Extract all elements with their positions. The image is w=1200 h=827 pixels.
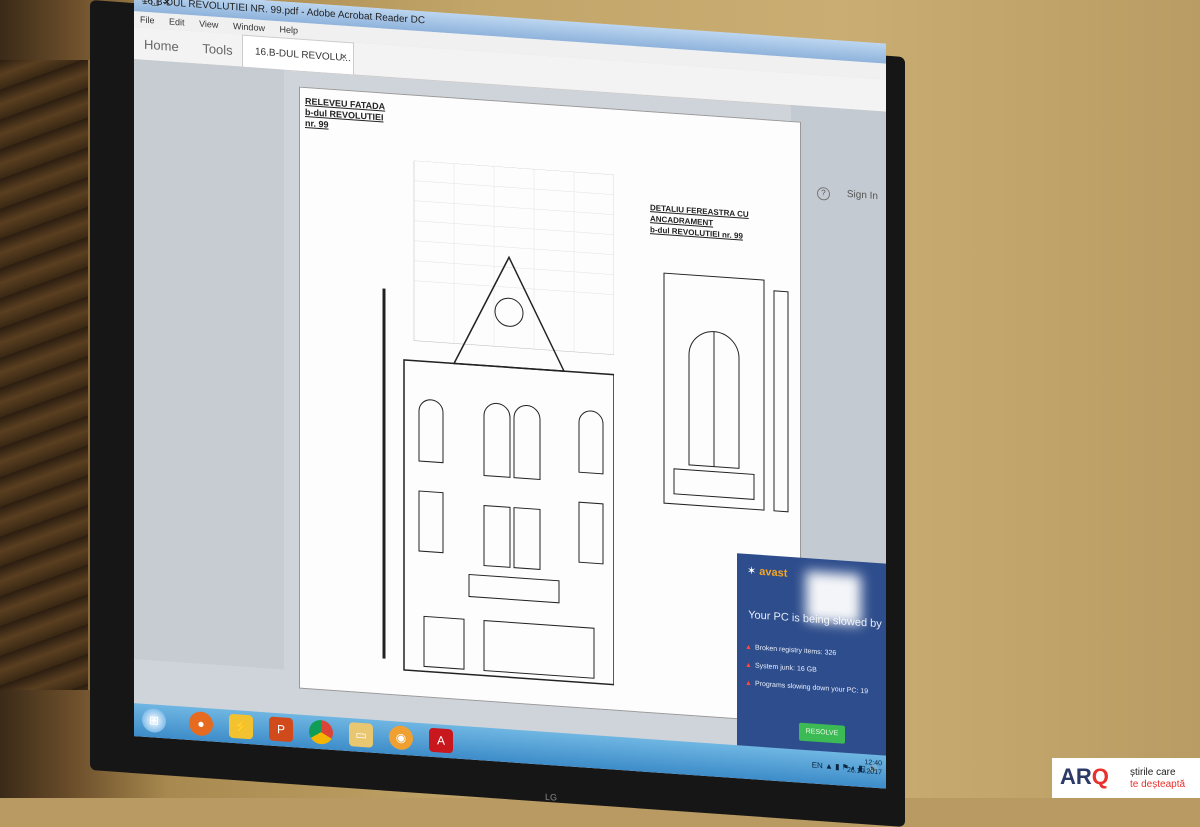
screen: 16.B-DUL REVOLUTIEI NR. 99.pdf - Adobe A… (134, 0, 886, 789)
avast-item: ▲ System junk: 16 GB (745, 662, 817, 674)
monitor: 16.B-DUL REVOLUTIEI NR. 99.pdf - Adobe A… (90, 0, 905, 827)
thunderbolt-app-icon[interactable]: ⚡ (229, 713, 253, 740)
facade-drawing (382, 160, 614, 686)
warning-icon: ▲ (745, 661, 752, 670)
avast-item-text: Programs slowing down your PC: 19 (754, 680, 869, 696)
drawing-title: RELEVEU FATADA b-dul REVOLUTIEI nr. 99 (305, 96, 385, 135)
left-panel (134, 59, 284, 670)
avast-logo: ✶ avast (747, 564, 788, 580)
monitor-brand: LG (545, 791, 558, 803)
avast-item-text: Broken registry items: 326 (754, 644, 837, 658)
sign-in-link[interactable]: Sign In (847, 189, 878, 202)
avast-item: ▲ Broken registry items: 326 (745, 644, 836, 657)
start-button-icon[interactable]: ⊞ (142, 707, 166, 734)
document-tab-label: 16.B-DUL REVOLU... (255, 46, 351, 65)
media-player-icon[interactable]: ◉ (389, 724, 413, 751)
arq-tagline-2: te deșteaptă (1130, 779, 1186, 790)
arq-tagline-1: știrile care (1130, 767, 1176, 778)
home-tab[interactable]: Home (144, 37, 179, 54)
arq-tagline: știrile care te deșteaptă (1130, 767, 1185, 791)
menu-window[interactable]: Window (233, 21, 265, 33)
detail-title: DETALIU FEREASTRA CU ANCADRAMENT b-dul R… (650, 202, 800, 245)
framed-painting (0, 60, 92, 690)
explorer-icon[interactable]: ▭ (349, 722, 373, 748)
powerpoint-icon[interactable]: P (269, 716, 293, 743)
window-detail-drawing (663, 272, 789, 513)
menu-edit[interactable]: Edit (169, 17, 185, 28)
tray-language[interactable]: EN (812, 760, 823, 770)
tools-tab[interactable]: Tools (202, 41, 232, 58)
help-icon[interactable]: ? (817, 186, 830, 201)
avast-logo-text: avast (759, 565, 788, 580)
arq-logo-mark: ARQ (1060, 764, 1109, 790)
warning-icon: ▲ (745, 643, 752, 652)
firefox-icon[interactable]: ● (189, 710, 213, 737)
clock[interactable]: 12:40 26.10.2017 (847, 757, 882, 777)
arq-logo-q: Q (1091, 764, 1109, 789)
acrobat-icon[interactable]: A (429, 727, 453, 754)
menu-file[interactable]: File (140, 14, 155, 25)
close-tab-icon[interactable]: × (341, 52, 347, 63)
arq-logo-ar: AR (1060, 764, 1092, 789)
chrome-icon[interactable] (309, 719, 333, 745)
resolve-button[interactable]: RESOLVE (799, 722, 845, 744)
screen-glare (806, 571, 861, 625)
warning-icon: ▲ (745, 679, 752, 688)
menu-view[interactable]: View (199, 19, 218, 30)
arq-logo: ARQ știrile care te deșteaptă (1052, 758, 1200, 798)
avast-item: ▲ Programs slowing down your PC: 19 (745, 680, 868, 696)
menu-help[interactable]: Help (279, 24, 298, 35)
avast-item-text: System junk: 16 GB (754, 662, 817, 674)
clock-date: 26.10.2017 (846, 766, 882, 777)
